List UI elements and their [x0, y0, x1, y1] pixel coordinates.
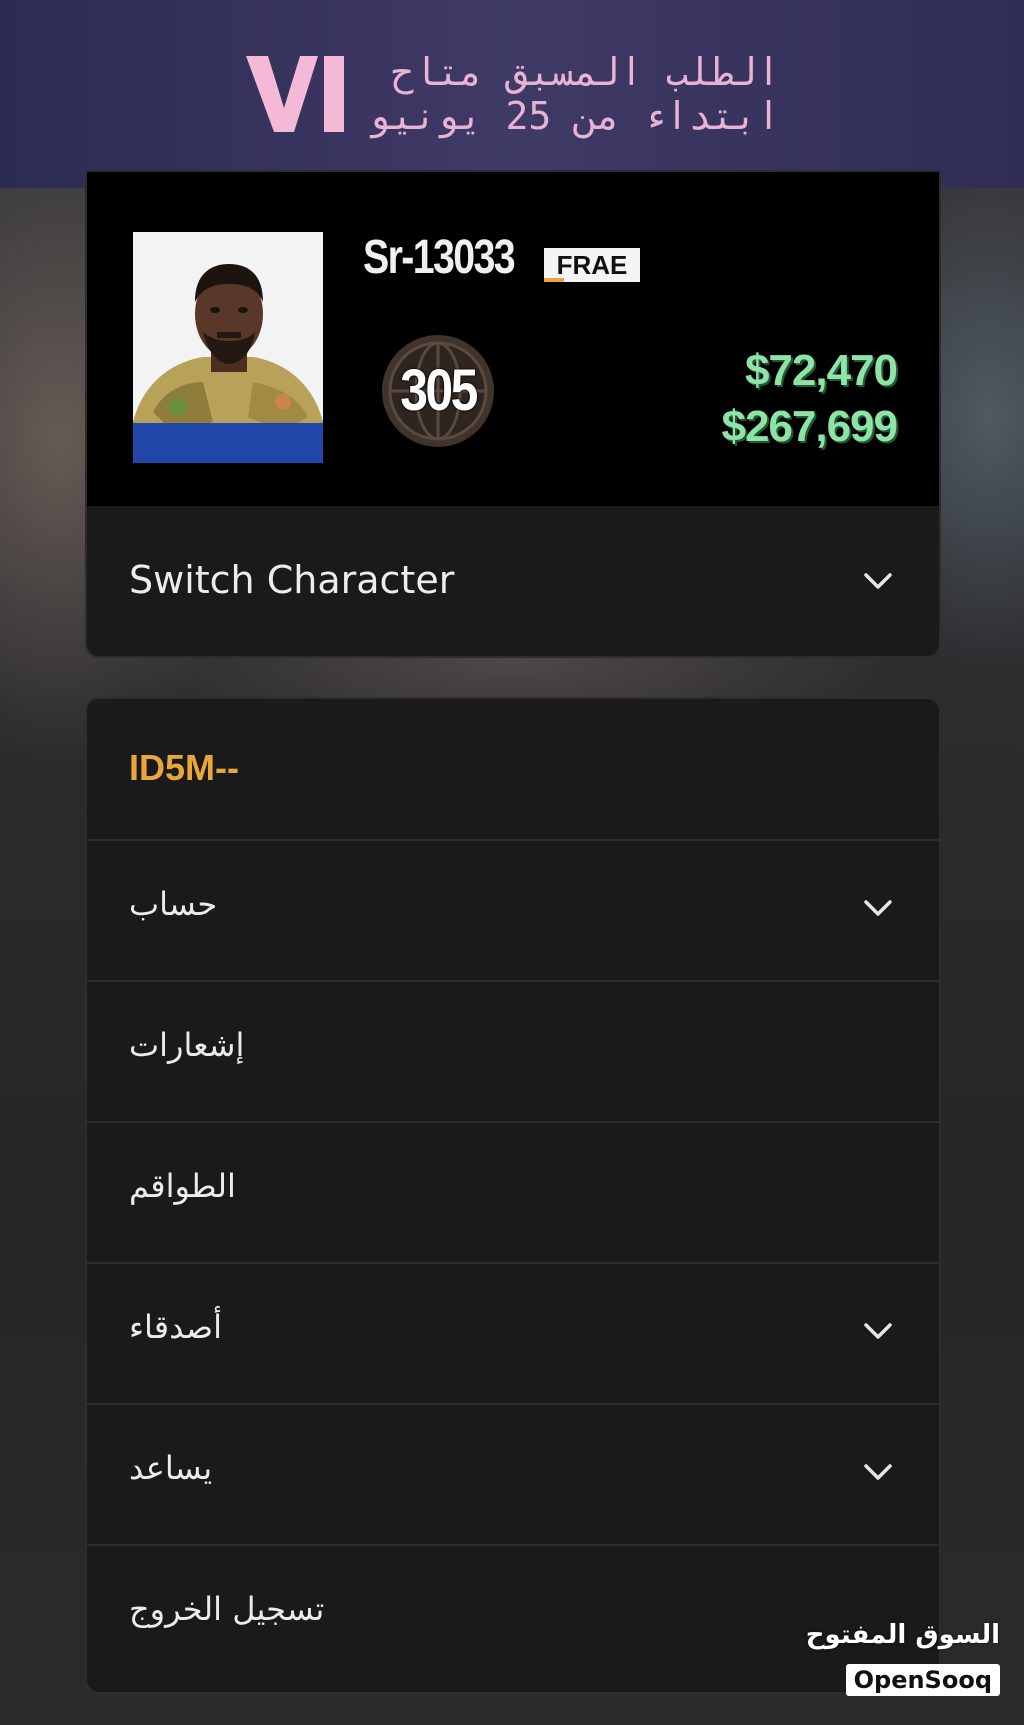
- rank-badge: 305: [379, 332, 497, 450]
- rank-value: 305: [400, 358, 478, 423]
- banner-line-2: ابتداء من 25 يونيو: [368, 94, 780, 138]
- chevron-down-icon: [864, 900, 892, 916]
- avatar-base-bar: [133, 423, 323, 463]
- menu-item-label: تسجيل الخروج: [129, 1590, 325, 1628]
- banner-line-1: الطلب المسبق متاح: [391, 50, 780, 94]
- bank-balance: $267,699: [721, 402, 898, 451]
- menu-item-crews[interactable]: الطواقم: [87, 1121, 939, 1262]
- chevron-down-icon: [864, 1464, 892, 1480]
- menu-item-notifications[interactable]: إشعارات: [87, 980, 939, 1121]
- banner-text: الطلب المسبق متاح ابتداء من 25 يونيو: [360, 50, 780, 138]
- menu-item-label: يساعد: [129, 1449, 213, 1487]
- menu-item-account[interactable]: حساب: [87, 839, 939, 980]
- user-id: ID5M--: [129, 747, 239, 788]
- vi-logo: [246, 56, 344, 132]
- menu-item-label: إشعارات: [129, 1026, 245, 1064]
- switch-character-label: Switch Character: [129, 558, 455, 602]
- chevron-down-icon: [864, 573, 892, 589]
- menu-item-label: الطواقم: [129, 1167, 236, 1205]
- menu-item-sign-out[interactable]: تسجيل الخروج: [87, 1544, 939, 1692]
- account-menu: ID5M-- حساب إشعارات الطواقم أصدقاء يساعد…: [85, 697, 941, 1694]
- character-card: Sr-13033 FRAE 305 $72,470 $267,699 Switc…: [85, 170, 941, 658]
- character-avatar[interactable]: [133, 232, 323, 463]
- crew-tag: FRAE: [544, 248, 640, 282]
- opensooq-watermark: السوق المفتوح OpenSooq: [806, 1620, 1000, 1700]
- menu-item-label: حساب: [129, 885, 218, 923]
- watermark-arabic: السوق المفتوح: [805, 1620, 1000, 1650]
- crew-tag-text: FRAE: [556, 250, 628, 280]
- menu-item-label: أصدقاء: [129, 1308, 222, 1346]
- chevron-down-icon: [864, 1323, 892, 1339]
- crew-tag-accent: [544, 278, 564, 282]
- menu-item-friends[interactable]: أصدقاء: [87, 1262, 939, 1403]
- character-name: Sr-13033: [363, 231, 516, 284]
- promo-banner[interactable]: الطلب المسبق متاح ابتداء من 25 يونيو: [0, 0, 1024, 188]
- character-header: Sr-13033 FRAE 305 $72,470 $267,699: [87, 172, 939, 506]
- cash-balance: $72,470: [744, 346, 898, 395]
- watermark-logo: OpenSooq: [845, 1664, 1000, 1696]
- menu-item-help[interactable]: يساعد: [87, 1403, 939, 1544]
- switch-character-dropdown[interactable]: Switch Character: [87, 506, 939, 656]
